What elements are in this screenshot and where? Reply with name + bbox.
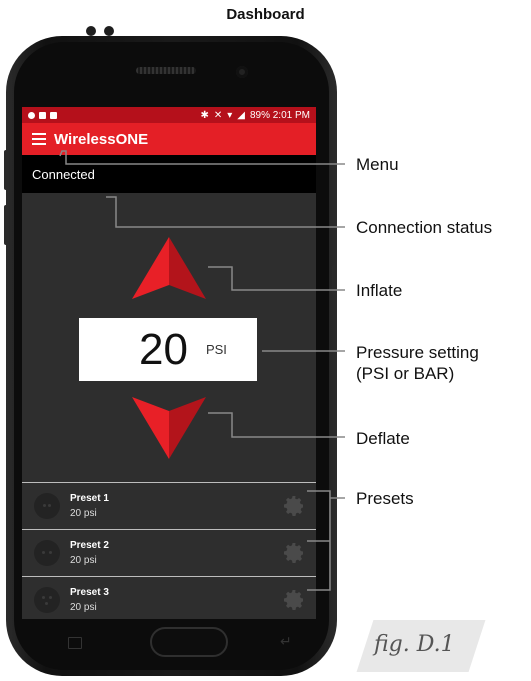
preset-text: Preset 1 20 psi (70, 491, 109, 521)
connection-status: Connected (32, 166, 95, 182)
preset-icon (34, 540, 60, 566)
bluetooth-icon: ✱ (200, 109, 209, 121)
status-text: 89% 2:01 PM (249, 109, 310, 121)
callout-menu: Menu (356, 155, 399, 174)
notification-icon (28, 111, 35, 119)
figure-label: fig. D.1 (374, 632, 455, 657)
connection-bar: Connected (22, 155, 316, 193)
preset-name: Preset 1 (70, 493, 109, 504)
callout-presets: Presets (356, 489, 414, 508)
inflate-button[interactable] (132, 237, 206, 299)
gear-icon[interactable] (282, 588, 306, 612)
preset-name: Preset 3 (70, 587, 109, 598)
callout-connection-status: Connection status (356, 218, 493, 237)
power-button (332, 265, 336, 295)
presets-list: Preset 1 20 psi Preset 2 20 psi Preset 3… (22, 482, 316, 619)
message-icon (50, 111, 57, 119)
mute-icon: ✕ (213, 109, 223, 121)
up-arrow-icon (132, 237, 206, 299)
down-arrow-icon (132, 397, 206, 459)
callout-pressure-setting: Pressure setting (PSI or BAR) (356, 342, 479, 384)
preset-row[interactable]: Preset 2 20 psi (22, 529, 316, 576)
preset-icon (34, 587, 60, 613)
preset-icon (34, 493, 60, 519)
preset-value: 20 psi (70, 508, 97, 519)
home-button[interactable] (150, 627, 228, 657)
wifi-icon: ▾ (227, 109, 233, 121)
preset-text: Preset 2 20 psi (70, 538, 109, 568)
earpiece-speaker (136, 67, 196, 74)
recent-apps-button[interactable] (68, 637, 82, 649)
pressure-display[interactable]: 20 PSI (79, 318, 257, 381)
menu-icon[interactable] (32, 133, 46, 145)
gear-icon[interactable] (282, 541, 306, 565)
pressure-value: 20 (139, 324, 188, 374)
callout-deflate: Deflate (356, 429, 410, 448)
status-bar-right: ✱ ✕ ▾ ◢ 89% 2:01 PM (200, 110, 310, 121)
preset-name: Preset 2 (70, 540, 109, 551)
deflate-button[interactable] (132, 397, 206, 459)
light-sensor (104, 26, 114, 36)
status-bar: ✱ ✕ ▾ ◢ 89% 2:01 PM (22, 107, 316, 123)
signal-icon: ◢ (237, 109, 245, 121)
page-title: Dashboard (226, 6, 305, 23)
callout-pressure-line1: Pressure setting (356, 343, 479, 362)
back-icon[interactable]: ↵ (280, 633, 292, 650)
volume-button-lower (4, 205, 8, 245)
app-title: WirelessONE (54, 130, 149, 148)
app-screen: ✱ ✕ ▾ ◢ 89% 2:01 PM WirelessONE Connecte… (22, 107, 316, 619)
preset-row[interactable]: Preset 3 20 psi (22, 576, 316, 619)
pressure-unit: PSI (205, 342, 227, 357)
notification-icons (28, 111, 57, 119)
proximity-sensor (86, 26, 96, 36)
preset-row[interactable]: Preset 1 20 psi (22, 482, 316, 529)
preset-value: 20 psi (70, 555, 97, 566)
preset-value: 20 psi (70, 602, 97, 613)
gear-icon[interactable] (282, 494, 306, 518)
app-bar: WirelessONE (22, 123, 316, 155)
preset-text: Preset 3 20 psi (70, 585, 109, 615)
front-camera-icon (236, 66, 248, 78)
callout-inflate: Inflate (356, 281, 403, 300)
volume-button (4, 150, 8, 190)
gallery-icon (39, 111, 46, 119)
callout-pressure-line2: (PSI or BAR) (356, 364, 455, 383)
